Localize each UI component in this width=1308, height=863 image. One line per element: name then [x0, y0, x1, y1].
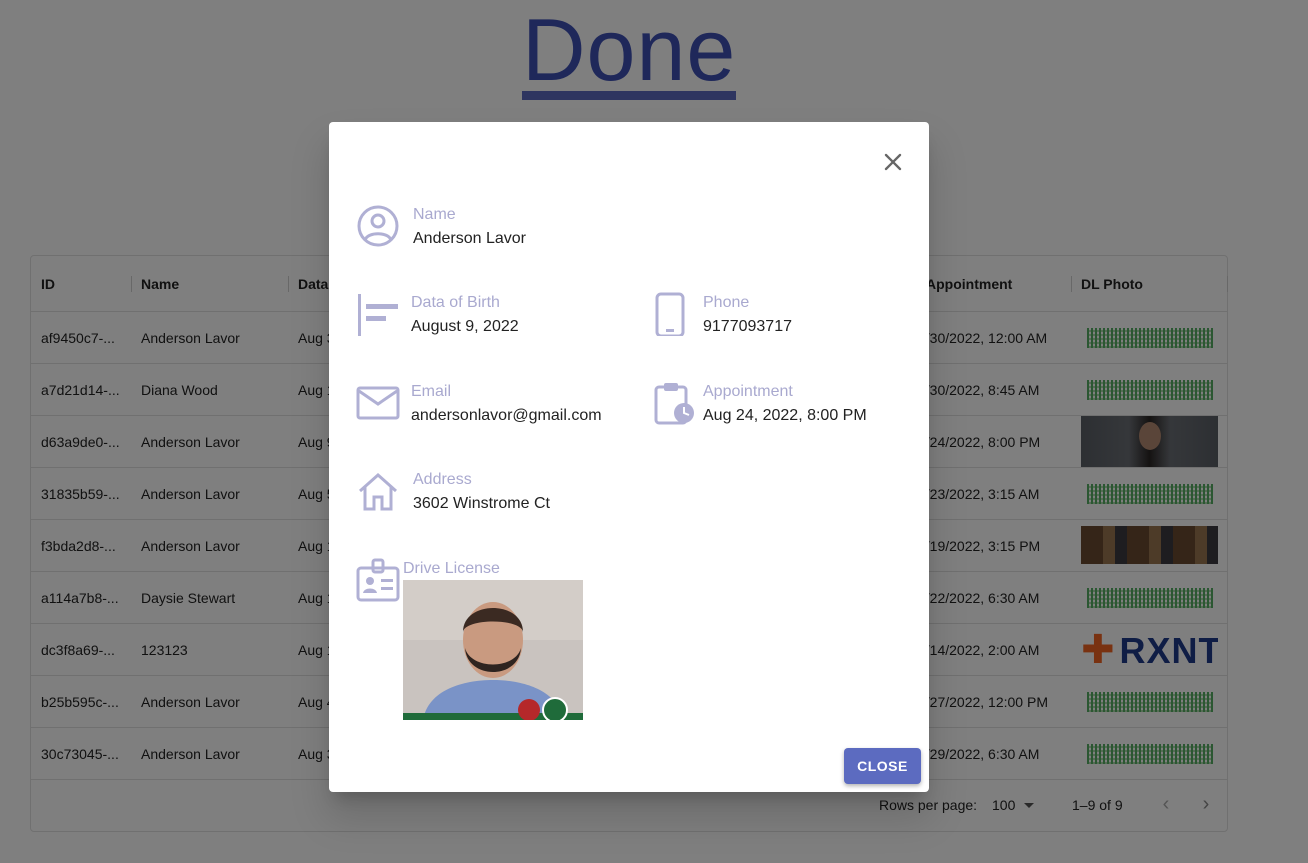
field-value: andersonlavor@gmail.com — [411, 407, 602, 424]
phone-icon — [655, 292, 685, 336]
field-label: Phone — [703, 294, 750, 311]
field-value: Anderson Lavor — [413, 230, 526, 247]
field-value: 9177093717 — [703, 318, 792, 335]
field-value: Aug 24, 2022, 8:00 PM — [703, 407, 867, 424]
field-value: August 9, 2022 — [411, 318, 519, 335]
field-label: Appointment — [703, 383, 793, 400]
id-badge-icon — [356, 558, 400, 602]
field-value: 3602 Winstrome Ct — [413, 495, 550, 512]
close-button[interactable]: CLOSE — [844, 748, 921, 784]
mail-icon — [356, 386, 400, 420]
field-label: Email — [411, 383, 452, 400]
field-phone: Phone 9177093717 — [654, 292, 894, 342]
field-name: Name Anderson Lavor — [356, 204, 616, 254]
field-label: Name — [413, 206, 456, 223]
field-appointment: Appointment Aug 24, 2022, 8:00 PM — [654, 381, 914, 431]
field-address: Address 3602 Winstrome Ct — [356, 469, 616, 519]
field-email: Email andersonlavor@gmail.com — [356, 381, 646, 431]
field-label: Data of Birth — [411, 294, 500, 311]
field-date-of-birth: Data of Birth August 9, 2022 — [356, 292, 616, 342]
license-photo-image — [403, 580, 583, 720]
field-label: Drive License — [403, 560, 500, 577]
home-icon — [359, 472, 397, 511]
clipboard-clock-icon — [654, 383, 694, 425]
align-left-icon — [358, 294, 398, 336]
field-label: Address — [413, 471, 472, 488]
patient-details-dialog: Name Anderson Lavor Data of Birth August… — [329, 122, 929, 792]
account-circle-icon — [357, 205, 399, 247]
drive-license-photo — [403, 580, 583, 720]
close-icon[interactable] — [879, 148, 907, 176]
